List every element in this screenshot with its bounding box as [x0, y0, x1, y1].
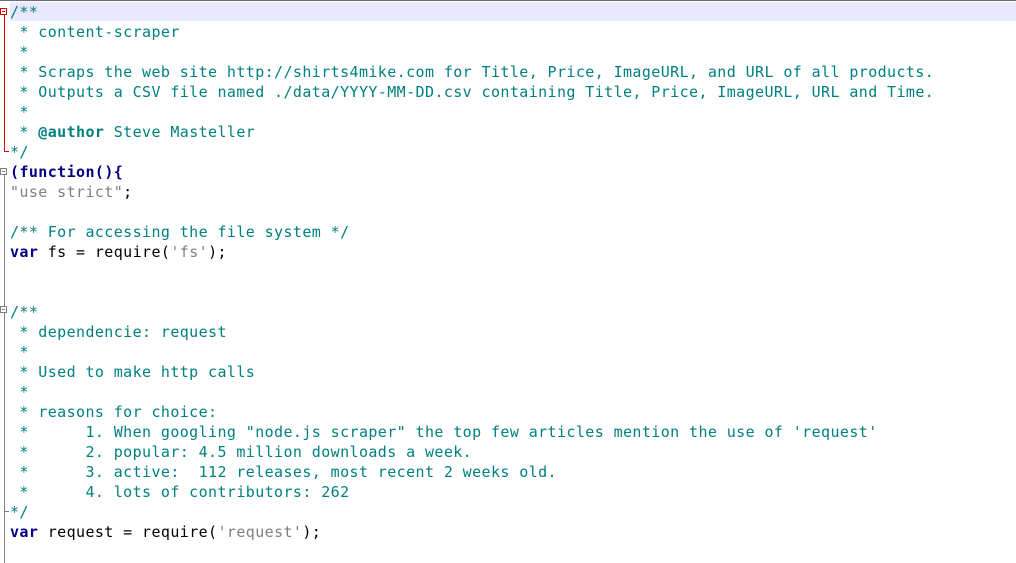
code-line[interactable]: * dependencie: request: [10, 322, 934, 342]
code-token-comment: *: [10, 383, 29, 401]
code-token-comment: * Outputs a CSV file named ./data/YYYY-M…: [10, 83, 935, 101]
code-line[interactable]: *: [10, 382, 934, 402]
code-token-comment: * 2. popular: 4.5 million downloads a we…: [10, 443, 473, 461]
code-token-doc-tag: @author: [38, 123, 105, 141]
code-line[interactable]: * Scraps the web site http://shirts4mike…: [10, 62, 934, 82]
code-line[interactable]: var fs = require('fs');: [10, 242, 934, 262]
code-token-comment: /**: [10, 3, 39, 21]
fold-margin: [0, 0, 10, 563]
code-token-comment: Steve Masteller: [104, 123, 256, 141]
code-token-text: ;: [123, 183, 133, 201]
code-line[interactable]: * Outputs a CSV file named ./data/YYYY-M…: [10, 82, 934, 102]
code-token-comment: */: [10, 143, 29, 161]
code-token-comment: * reasons for choice:: [10, 403, 218, 421]
code-line[interactable]: var request = require('request');: [10, 522, 934, 542]
code-line[interactable]: * Used to make http calls: [10, 362, 934, 382]
code-token-string: "use strict": [10, 183, 124, 201]
code-editor[interactable]: /** * content-scraper * * Scraps the web…: [0, 0, 1016, 563]
code-line[interactable]: [10, 282, 934, 302]
code-line[interactable]: (function(){: [10, 162, 934, 182]
code-line[interactable]: * 4. lots of contributors: 262: [10, 482, 934, 502]
code-line[interactable]: [10, 262, 934, 282]
code-token-paren: (){: [94, 163, 124, 181]
code-line[interactable]: * 3. active: 112 releases, most recent 2…: [10, 462, 934, 482]
code-token-text: );: [302, 523, 322, 541]
code-token-string: 'request': [217, 523, 303, 541]
code-line[interactable]: * content-scraper: [10, 22, 934, 42]
code-token-keyword: function: [19, 163, 95, 181]
fold-end-marker: [4, 511, 9, 512]
code-line[interactable]: * 1. When googling "node.js scraper" the…: [10, 422, 934, 442]
code-token-string: 'fs': [170, 243, 209, 261]
code-line[interactable]: */: [10, 142, 934, 162]
code-line[interactable]: /** For accessing the file system */: [10, 222, 934, 242]
code-token-comment: * 4. lots of contributors: 262: [10, 483, 350, 501]
code-token-comment: /** For accessing the file system */: [10, 223, 350, 241]
code-line[interactable]: "use strict";: [10, 182, 934, 202]
code-token-comment: /**: [10, 303, 39, 321]
code-token-comment: *: [10, 343, 29, 361]
fold-collapse-icon[interactable]: [0, 8, 7, 15]
code-line[interactable]: /**: [10, 2, 934, 22]
code-token-keyword: var: [10, 243, 39, 261]
code-area[interactable]: /** * content-scraper * * Scraps the web…: [10, 2, 934, 542]
code-token-comment: *: [10, 43, 29, 61]
code-token-comment: * Used to make http calls: [10, 363, 256, 381]
code-token-comment: * 1. When googling "node.js scraper" the…: [10, 423, 878, 441]
fold-range-line: [4, 175, 5, 563]
code-line[interactable]: *: [10, 42, 934, 62]
fold-collapse-icon[interactable]: [0, 306, 7, 313]
code-token-comment: *: [10, 123, 39, 141]
fold-collapse-icon[interactable]: [0, 168, 7, 175]
code-token-keyword: var: [10, 523, 39, 541]
code-token-comment: * 3. active: 112 releases, most recent 2…: [10, 463, 557, 481]
code-token-comment: */: [10, 503, 29, 521]
fold-end-marker: [4, 151, 9, 152]
code-line[interactable]: * 2. popular: 4.5 million downloads a we…: [10, 442, 934, 462]
code-token-text: );: [208, 243, 227, 261]
fold-range-line: [4, 15, 5, 151]
code-token-text: fs = require(: [38, 243, 171, 261]
editor-top-border: [0, 0, 1016, 1]
code-line[interactable]: *: [10, 102, 934, 122]
code-token-comment: * Scraps the web site http://shirts4mike…: [10, 63, 935, 81]
code-token-comment: *: [10, 103, 29, 121]
code-line[interactable]: /**: [10, 302, 934, 322]
code-line[interactable]: * reasons for choice:: [10, 402, 934, 422]
code-line[interactable]: *: [10, 342, 934, 362]
code-token-comment: * dependencie: request: [10, 323, 227, 341]
code-line[interactable]: [10, 202, 934, 222]
code-token-comment: * content-scraper: [10, 23, 180, 41]
code-token-text: request = require(: [38, 523, 218, 541]
code-line[interactable]: */: [10, 502, 934, 522]
code-line[interactable]: * @author Steve Masteller: [10, 122, 934, 142]
